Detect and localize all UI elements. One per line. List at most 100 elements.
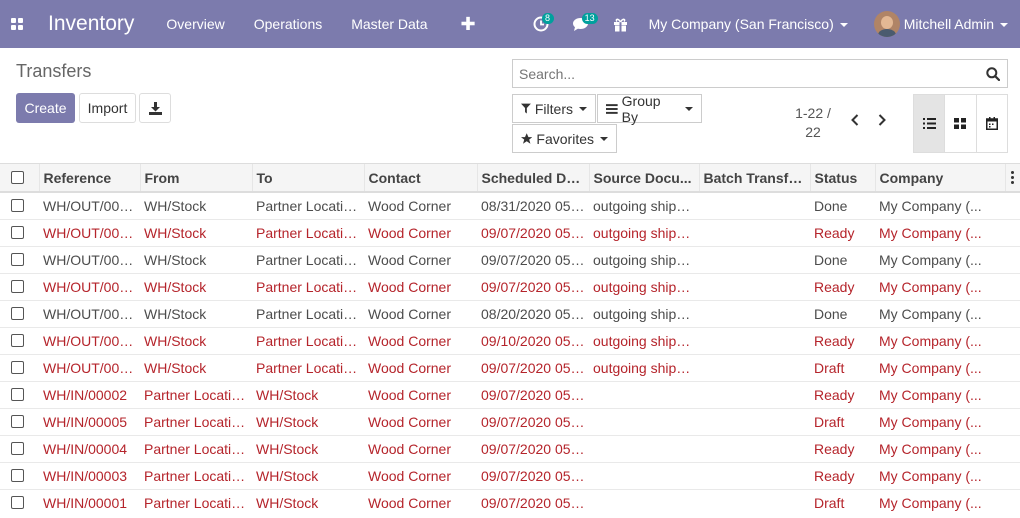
- company-cell: My Company (...: [875, 191, 1005, 219]
- row-checkbox[interactable]: [11, 226, 24, 239]
- import-button[interactable]: Import: [79, 93, 136, 123]
- row-select-cell: [0, 299, 39, 327]
- table-row[interactable]: WH/OUT/00009 WH/Stock Partner Locatio... Wo…: [0, 272, 1020, 300]
- batch-transfer-cell: [699, 434, 810, 462]
- list-view-button[interactable]: [914, 95, 946, 152]
- row-checkbox[interactable]: [11, 415, 24, 428]
- to-cell: WH/Stock: [252, 488, 364, 516]
- scheduled-date-cell: 08/20/2020 05:...: [477, 299, 589, 327]
- kanban-view-button[interactable]: [945, 95, 977, 152]
- column-header-source-document[interactable]: Source Docu...: [589, 164, 700, 193]
- to-cell: WH/Stock: [252, 461, 364, 489]
- plus-icon[interactable]: ✚: [460, 14, 475, 35]
- table-row[interactable]: WH/OUT/00005 WH/Stock Partner Locatio... Wo…: [0, 326, 1020, 354]
- chevron-left-icon: [851, 114, 859, 126]
- company-cell: My Company (...: [875, 434, 1005, 462]
- optional-columns-toggle[interactable]: [1005, 164, 1020, 193]
- column-header-status[interactable]: Status: [810, 164, 876, 193]
- chevron-down-icon: [685, 106, 693, 111]
- row-checkbox[interactable]: [11, 280, 24, 293]
- menu-operations[interactable]: Operations: [254, 16, 322, 32]
- column-header-scheduled-date[interactable]: Scheduled Dat...: [477, 164, 590, 193]
- pager-value[interactable]: 1-22 / 22: [790, 104, 836, 142]
- transfers-table: Reference From To Contact Scheduled Dat.…: [0, 164, 1020, 516]
- search-input[interactable]: [513, 60, 979, 87]
- reference-cell: WH/IN/00002: [39, 380, 140, 408]
- row-checkbox[interactable]: [11, 307, 24, 320]
- column-header-reference[interactable]: Reference: [39, 164, 141, 193]
- company-name: My Company (San Francisco): [648, 16, 834, 32]
- table-row[interactable]: WH/IN/00005 Partner Locatio... WH/Stock Woo…: [0, 407, 1020, 435]
- groupby-dropdown[interactable]: Group By: [597, 93, 702, 125]
- column-header-from[interactable]: From: [140, 164, 253, 193]
- column-header-batch-transfer[interactable]: Batch Transfe...: [699, 164, 811, 193]
- row-end-cell: [1005, 191, 1020, 219]
- scheduled-date-cell: 09/07/2020 05:...: [477, 245, 589, 273]
- chevron-down-icon: [600, 136, 608, 141]
- scheduled-date-cell: 09/07/2020 05:...: [477, 353, 589, 381]
- user-menu[interactable]: Mitchell Admin: [904, 16, 1008, 32]
- row-checkbox[interactable]: [11, 361, 24, 374]
- create-button[interactable]: Create: [16, 93, 75, 123]
- to-cell: WH/Stock: [252, 407, 364, 435]
- column-header-to[interactable]: To: [252, 164, 365, 193]
- contact-cell: Wood Corner: [364, 353, 477, 381]
- table-row[interactable]: WH/IN/00003 Partner Locatio... WH/Stock Woo…: [0, 461, 1020, 489]
- scheduled-date-cell: 08/31/2020 05:...: [477, 191, 589, 219]
- row-checkbox[interactable]: [11, 253, 24, 266]
- pager-next-button[interactable]: [872, 110, 892, 130]
- row-checkbox[interactable]: [11, 469, 24, 482]
- pager-previous-button[interactable]: [845, 110, 865, 130]
- table-row[interactable]: WH/OUT/00003 WH/Stock Partner Locatio... Wo…: [0, 353, 1020, 381]
- company-cell: My Company (...: [875, 353, 1005, 381]
- menu-overview[interactable]: Overview: [166, 16, 224, 32]
- download-button[interactable]: [139, 93, 171, 123]
- row-checkbox[interactable]: [11, 199, 24, 213]
- batch-transfer-cell: [699, 191, 810, 219]
- table-row[interactable]: WH/IN/00001 Partner Locatio... WH/Stock Woo…: [0, 488, 1020, 516]
- table-row[interactable]: WH/OUT/00008 WH/Stock Partner Locatio... Wo…: [0, 218, 1020, 246]
- status-cell: Draft: [810, 488, 875, 516]
- activity-clock-icon[interactable]: 8: [529, 0, 554, 48]
- to-cell: Partner Locatio...: [252, 353, 364, 381]
- apps-menu-icon[interactable]: [0, 0, 34, 48]
- chat-bubble-icon[interactable]: 13: [569, 0, 598, 48]
- bars-icon: [606, 103, 618, 114]
- row-end-cell: [1005, 326, 1020, 354]
- row-checkbox[interactable]: [11, 334, 24, 347]
- to-cell: Partner Locatio...: [252, 272, 364, 300]
- menu-master-data[interactable]: Master Data: [351, 16, 427, 32]
- gift-icon[interactable]: [609, 0, 633, 48]
- table-row[interactable]: WH/IN/00002 Partner Locatio... WH/Stock Woo…: [0, 380, 1020, 408]
- source-document-cell: [589, 461, 699, 489]
- row-checkbox[interactable]: [11, 496, 24, 510]
- app-title[interactable]: Inventory: [48, 12, 134, 36]
- calendar-view-button[interactable]: [977, 95, 1007, 152]
- table-row[interactable]: WH/OUT/00006 WH/Stock Partner Locatio... Wo…: [0, 299, 1020, 327]
- search-icon[interactable]: [979, 60, 1007, 87]
- pager-range: 1-22 /: [795, 105, 831, 121]
- chevron-down-icon: [1000, 23, 1008, 28]
- batch-transfer-cell: [699, 272, 810, 300]
- table-row[interactable]: WH/IN/00004 Partner Locatio... WH/Stock Woo…: [0, 434, 1020, 462]
- row-checkbox[interactable]: [11, 442, 24, 455]
- from-cell: Partner Locatio...: [140, 380, 252, 408]
- status-cell: Ready: [810, 218, 875, 246]
- table-row[interactable]: WH/OUT/00007 WH/Stock Partner Locatio... Wo…: [0, 191, 1020, 219]
- row-select-cell: [0, 434, 39, 462]
- company-switcher[interactable]: My Company (San Francisco): [649, 16, 848, 32]
- contact-cell: Wood Corner: [364, 434, 477, 462]
- avatar[interactable]: [873, 11, 900, 37]
- list-view-icon: [922, 118, 936, 129]
- select-all-cell: [0, 164, 40, 193]
- select-all-checkbox[interactable]: [11, 171, 24, 184]
- row-checkbox[interactable]: [11, 388, 24, 401]
- filters-dropdown[interactable]: Filters: [512, 94, 596, 123]
- table-row[interactable]: WH/OUT/00002 WH/Stock Partner Locatio... Wo…: [0, 245, 1020, 273]
- column-header-contact[interactable]: Contact: [364, 164, 478, 193]
- favorites-dropdown[interactable]: Favorites: [512, 124, 617, 153]
- company-cell: My Company (...: [875, 218, 1005, 246]
- from-cell: Partner Locatio...: [140, 488, 252, 516]
- source-document-cell: outgoing shipm...: [589, 191, 699, 219]
- column-header-company[interactable]: Company: [875, 164, 1006, 193]
